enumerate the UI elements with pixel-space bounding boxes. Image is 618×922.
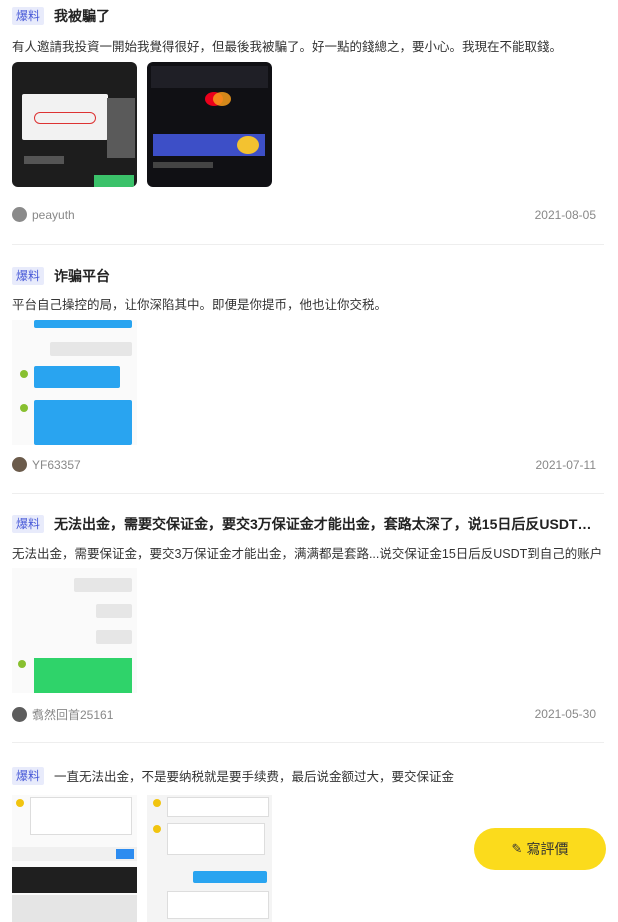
tag-badge: 爆料 — [12, 7, 45, 25]
post-body: 无法出金，需要保证金，要交3万保证金才能出金，满满都是套路...说交保证金15日… — [12, 547, 603, 561]
author[interactable]: peayuth — [12, 207, 75, 222]
post-body: 平台自己操控的局，让你深陷其中。即便是你提币，他也让你交税。 — [12, 298, 388, 312]
author-name: 翥然回首25161 — [32, 708, 114, 722]
divider — [12, 244, 604, 245]
write-review-button[interactable]: ✎ 寫評價 — [474, 828, 606, 870]
author[interactable]: 翥然回首25161 — [12, 706, 113, 723]
post-title[interactable]: 诈骗平台 — [54, 266, 110, 286]
tag-badge: 爆料 — [12, 267, 45, 285]
avatar — [12, 707, 27, 722]
tag-badge: 爆料 — [12, 766, 45, 785]
divider — [12, 493, 604, 494]
post-title-row[interactable]: 爆料 无法出金，需要交保证金，要交3万保证金才能出金，套路太深了，说15日后反U… — [12, 514, 599, 534]
avatar — [12, 457, 27, 472]
post-title[interactable]: 无法出金，需要交保证金，要交3万保证金才能出金，套路太深了，说15日后反USDT… — [54, 514, 599, 534]
post-image[interactable] — [147, 62, 272, 187]
post-title-row[interactable]: 爆料 诈骗平台 — [12, 266, 110, 286]
post-title-row[interactable]: 爆料 我被騙了 — [12, 6, 110, 26]
post-date: 2021-07-11 — [535, 458, 597, 472]
post-image[interactable] — [12, 795, 137, 922]
author[interactable]: YF63357 — [12, 457, 81, 472]
post-date: 2021-05-30 — [534, 707, 596, 721]
post-body: 有人邀請我投資一開始我覺得很好，但最後我被騙了。好一點的錢總之，要小心。我現在不… — [12, 40, 563, 54]
write-review-label: 寫評價 — [526, 841, 569, 857]
post-image[interactable] — [12, 568, 137, 693]
tag-badge: 爆料 — [12, 515, 45, 533]
post-image[interactable] — [147, 795, 272, 922]
author-name: peayuth — [32, 207, 75, 222]
post-image[interactable] — [12, 320, 137, 445]
divider — [12, 742, 604, 743]
post-image[interactable] — [12, 62, 137, 187]
author-name: YF63357 — [32, 457, 81, 472]
post-body: 一直无法出金，不是要纳税就是要手续费，最后说金额过大，要交保证金 — [54, 770, 455, 784]
post-title[interactable]: 我被騙了 — [54, 6, 110, 26]
pencil-icon: ✎ — [511, 841, 523, 856]
post-date: 2021-08-05 — [534, 208, 596, 222]
post-title-row[interactable]: 爆料 一直无法出金，不是要纳税就是要手续费，最后说金额过大，要交保证金 — [12, 766, 454, 785]
avatar — [12, 207, 27, 222]
